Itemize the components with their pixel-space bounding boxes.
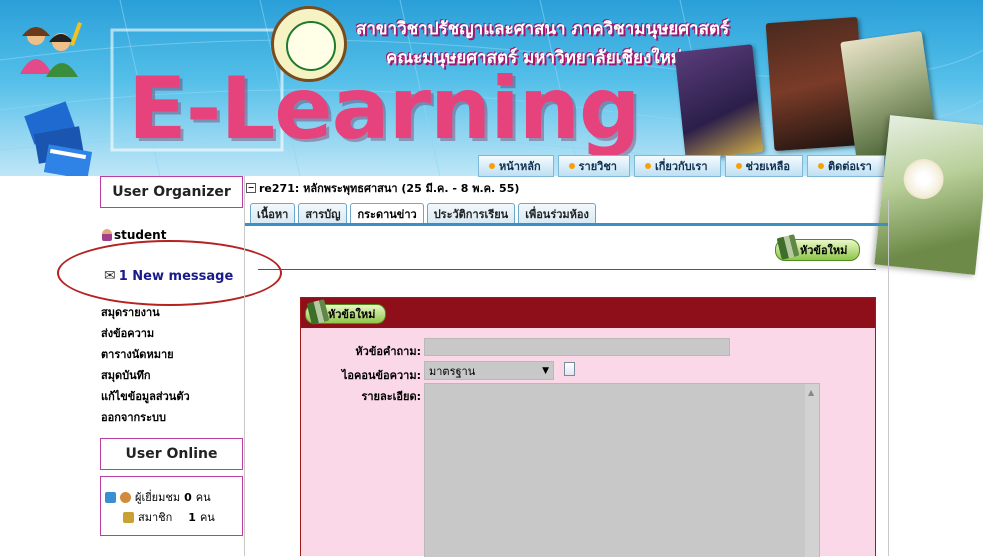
message-icon-selected: มาตรฐาน bbox=[429, 364, 476, 378]
nav-contact[interactable]: ติดต่อเรา bbox=[806, 155, 885, 177]
new-message-link[interactable]: ✉ 1 New message bbox=[104, 268, 233, 284]
form-new-topic-button[interactable]: หัวข้อใหม่ bbox=[305, 299, 387, 325]
visitor-icon bbox=[120, 491, 131, 503]
users-icon bbox=[20, 22, 82, 77]
nav-home-label: หน้าหลัก bbox=[499, 160, 541, 173]
nav-contact-label: ติดต่อเรา bbox=[827, 160, 872, 173]
book-cover-1 bbox=[674, 44, 764, 160]
bullet-icon bbox=[817, 163, 824, 169]
user-online-header: User Online bbox=[100, 438, 243, 470]
user-organizer-header: User Organizer bbox=[100, 176, 243, 208]
course-title: − re271: หลักพระพุทธศาสนา (25 มี.ค. - 8 … bbox=[246, 179, 519, 197]
nav-courses-label: รายวิชา bbox=[578, 160, 617, 173]
network-icon bbox=[105, 491, 116, 503]
form-new-topic-label: หัวข้อใหม่ bbox=[328, 308, 376, 321]
nav-about-label: เกี่ยวกับเรา bbox=[654, 160, 708, 173]
nav-courses[interactable]: รายวิชา bbox=[557, 155, 630, 177]
visitors-label: ผู้เยี่ยมชม bbox=[135, 491, 181, 504]
nav-home[interactable]: หน้าหลัก bbox=[478, 155, 554, 177]
menu-edit-profile[interactable]: แก้ไขข้อมูลส่วนตัว bbox=[101, 386, 190, 407]
subject-input[interactable] bbox=[424, 338, 730, 356]
members-count: 1 bbox=[188, 510, 196, 524]
main-divider-right bbox=[888, 200, 889, 556]
nav-about[interactable]: เกี่ยวกับเรา bbox=[633, 155, 721, 177]
new-topic-form: หัวข้อใหม่ หัวข้อคำถาม: ไอคอนข้อความ: มา… bbox=[300, 297, 876, 557]
visitors-row: ผู้เยี่ยมชม 0 คน bbox=[105, 488, 211, 506]
new-message-label: 1 New message bbox=[118, 268, 234, 284]
bullet-icon bbox=[735, 163, 742, 169]
book-icon bbox=[776, 234, 800, 260]
books-icon bbox=[24, 101, 93, 176]
tab-history[interactable]: ประวัติการเรียน bbox=[426, 203, 516, 223]
bullet-icon bbox=[489, 163, 495, 169]
tab-underline bbox=[245, 223, 888, 226]
elearning-logo: E-Learning bbox=[128, 59, 641, 159]
textarea-scrollbar[interactable]: ▲ bbox=[805, 384, 819, 557]
bullet-icon bbox=[644, 163, 651, 169]
main-divider-left bbox=[244, 176, 245, 556]
new-topic-button[interactable]: หัวข้อใหม่ bbox=[775, 234, 861, 261]
form-header: หัวข้อใหม่ bbox=[301, 298, 875, 328]
new-topic-label: หัวข้อใหม่ bbox=[800, 244, 848, 257]
menu-send-message[interactable]: ส่งข้อความ bbox=[101, 323, 190, 344]
user-online-panel: ผู้เยี่ยมชม 0 คน สมาชิก 1 คน bbox=[100, 476, 243, 536]
course-title-text: re271: หลักพระพุทธศาสนา (25 มี.ค. - 8 พ.… bbox=[259, 182, 520, 195]
message-icon-select[interactable]: มาตรฐาน ▼ bbox=[424, 361, 554, 380]
top-navigation: หน้าหลัก รายวิชา เกี่ยวกับเรา ช่วยเหลือ … bbox=[478, 155, 885, 177]
tab-toc[interactable]: สารบัญ bbox=[298, 203, 348, 223]
bullet-icon bbox=[568, 163, 575, 169]
detail-label: รายละเอียด: bbox=[361, 390, 421, 403]
username-label: student bbox=[114, 228, 167, 242]
members-row: สมาชิก 1 คน bbox=[123, 508, 215, 526]
detail-textarea[interactable]: ▲ bbox=[424, 383, 820, 557]
collapse-icon[interactable]: − bbox=[246, 183, 256, 193]
decorative-book-photo bbox=[874, 115, 983, 275]
user-menu: สมุดรายงาน ส่งข้อความ ตารางนัดหมาย สมุดบ… bbox=[101, 302, 190, 428]
scroll-up-icon[interactable]: ▲ bbox=[808, 388, 814, 397]
menu-notebook[interactable]: สมุดบันทึก bbox=[101, 365, 190, 386]
left-sidebar: User Organizer student ✉ 1 New message ส… bbox=[100, 176, 243, 556]
tab-content[interactable]: เนื้อหา bbox=[250, 203, 296, 223]
subject-label: หัวข้อคำถาม: bbox=[355, 345, 421, 358]
visitors-count: 0 bbox=[184, 490, 192, 504]
section-divider bbox=[258, 269, 876, 270]
chevron-down-icon: ▼ bbox=[542, 365, 549, 376]
book-icon bbox=[306, 299, 330, 325]
banner-title-line1: สาขาวิชาปรัชญาและศาสนา ภาควิชามนุษยศาสตร… bbox=[356, 19, 730, 39]
nav-help[interactable]: ช่วยเหลือ bbox=[724, 155, 803, 177]
message-icon-label: ไอคอนข้อความ: bbox=[341, 369, 421, 382]
menu-report-book[interactable]: สมุดรายงาน bbox=[101, 302, 190, 323]
menu-appointments[interactable]: ตารางนัดหมาย bbox=[101, 344, 190, 365]
members-icon bbox=[123, 511, 134, 523]
course-tabs: เนื้อหา สารบัญ กระดานข่าว ประวัติการเรีย… bbox=[250, 203, 596, 223]
site-banner: สาขาวิชาปรัชญาและศาสนา ภาควิชามนุษยศาสตร… bbox=[0, 0, 983, 176]
tab-classmates[interactable]: เพื่อนร่วมห้อง bbox=[518, 203, 596, 223]
user-icon bbox=[102, 229, 112, 241]
document-icon bbox=[564, 362, 575, 376]
members-label: สมาชิก bbox=[138, 511, 173, 524]
menu-logout[interactable]: ออกจากระบบ bbox=[101, 407, 190, 428]
envelope-icon: ✉ bbox=[104, 268, 116, 284]
members-unit: คน bbox=[199, 511, 215, 524]
nav-help-label: ช่วยเหลือ bbox=[745, 160, 790, 173]
tab-board[interactable]: กระดานข่าว bbox=[350, 203, 424, 223]
current-user: student bbox=[102, 228, 166, 242]
visitors-unit: คน bbox=[195, 491, 211, 504]
